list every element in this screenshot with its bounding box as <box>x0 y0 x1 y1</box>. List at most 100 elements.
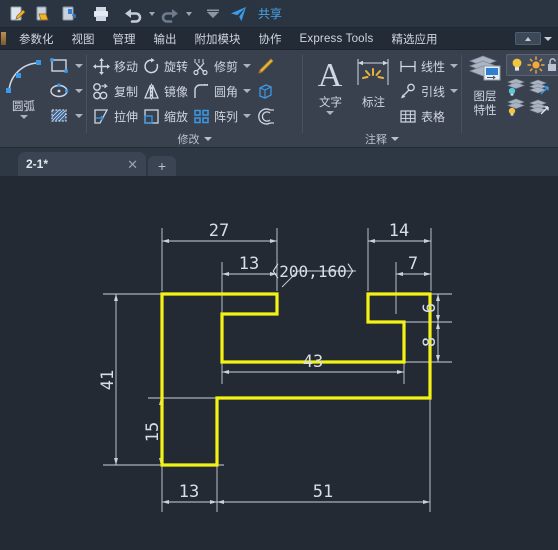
layer-merge-icon[interactable] <box>529 98 549 116</box>
array-button[interactable]: 阵列 <box>191 104 252 128</box>
document-tab[interactable]: 2-1* ✕ <box>18 152 146 176</box>
modify-column-3: 修剪 圆角 阵列 <box>191 53 252 128</box>
open-drawing-icon[interactable] <box>30 1 56 27</box>
layer-on-icon[interactable] <box>508 56 526 74</box>
annotation-panel-title: 注释 <box>303 131 461 147</box>
trim-label: 修剪 <box>214 59 239 74</box>
leader-dropdown-icon[interactable] <box>449 89 458 93</box>
ribbon-minimize-icon[interactable] <box>515 32 541 45</box>
customize-icon[interactable] <box>200 1 226 27</box>
match-properties-icon <box>255 57 275 76</box>
array-icon <box>192 107 211 126</box>
layer-thaw-icon[interactable] <box>506 98 526 116</box>
layer-unlock-icon[interactable] <box>546 56 558 74</box>
drawing-canvas[interactable]: 27 13 14 7 41 15 6 8 43 13 51 〈200,160〉 <box>0 176 558 550</box>
move-button[interactable]: 移动 <box>91 54 139 78</box>
print-icon[interactable] <box>88 1 114 27</box>
fillet-dropdown-icon[interactable] <box>243 89 252 93</box>
copy-button[interactable]: 复制 <box>91 79 139 103</box>
new-drawing-icon[interactable] <box>4 1 30 27</box>
draw-panel-title <box>0 131 86 147</box>
rectangle-button[interactable] <box>47 54 84 78</box>
rectangle-icon <box>48 56 70 76</box>
layer-properties-label-1: 图层 <box>473 89 497 103</box>
annotation-panel-expand-icon[interactable] <box>391 137 399 141</box>
scale-button[interactable]: 缩放 <box>141 104 189 128</box>
ribbon-tab-collaborate[interactable]: 协作 <box>250 28 291 50</box>
mirror-button[interactable]: 镜像 <box>141 79 189 103</box>
save-icon[interactable] <box>56 1 82 27</box>
match-properties-button[interactable] <box>254 54 276 78</box>
part-outline-polyline[interactable] <box>160 292 432 467</box>
dimension-button[interactable]: 标注 <box>354 53 393 109</box>
hatch-button[interactable] <box>47 104 84 128</box>
ribbon-panel-draw: 圆弧 <box>0 50 86 147</box>
rotate-button[interactable]: 旋转 <box>141 54 189 78</box>
layer-sun-icon[interactable] <box>527 56 545 74</box>
explode-button[interactable] <box>254 79 276 103</box>
modify-panel-title: 修改 <box>87 131 302 147</box>
layer-properties-button[interactable]: 图层 特性 <box>466 53 504 117</box>
trim-dropdown-icon[interactable] <box>243 64 252 68</box>
svg-text:A: A <box>318 57 343 94</box>
linear-dimension-button[interactable]: 线性 <box>397 54 459 78</box>
close-icon[interactable]: ✕ <box>127 158 138 171</box>
leader-button[interactable]: 引线 <box>397 79 459 103</box>
dim-27-text: 27 <box>209 221 229 241</box>
trim-button[interactable]: 修剪 <box>191 54 252 78</box>
move-label: 移动 <box>114 59 139 74</box>
ribbon-tab-parametric[interactable]: 参数化 <box>10 28 63 50</box>
text-dropdown-icon[interactable] <box>326 111 335 115</box>
ribbon-tab-featured-apps[interactable]: 精选应用 <box>382 28 446 50</box>
hatch-icon <box>48 106 70 126</box>
redo-dropdown-icon[interactable] <box>183 2 194 26</box>
trim-icon <box>192 57 211 76</box>
ribbon-tab-bar: 参数化 视图 管理 输出 附加模块 协作 Express Tools 精选应用 <box>0 28 558 50</box>
offset-button[interactable] <box>254 104 276 128</box>
document-tab-label: 2-1* <box>26 157 49 171</box>
quick-access-toolbar: 共享 <box>0 0 558 28</box>
ribbon-tab-output[interactable]: 输出 <box>145 28 186 50</box>
annotation-small-buttons: 线性 引线 表格 <box>397 53 459 128</box>
undo-icon[interactable] <box>120 1 146 27</box>
hatch-dropdown-icon[interactable] <box>75 114 83 118</box>
stretch-button[interactable]: 拉伸 <box>91 104 139 128</box>
ribbon-panel-modify: 移动 复制 拉伸 旋转 镜像 缩放 修剪 圆角 阵列 修改 <box>87 50 302 147</box>
fillet-button[interactable]: 圆角 <box>191 79 252 103</box>
layer-properties-label-2: 特性 <box>473 103 497 117</box>
new-tab-button[interactable]: + <box>148 156 176 176</box>
share-icon[interactable] <box>226 1 252 27</box>
document-tab-bar: 2-1* ✕ + <box>0 148 558 176</box>
mirror-icon <box>142 82 161 101</box>
arc-icon <box>1 55 47 99</box>
ribbon-options-dropdown-icon[interactable] <box>544 36 552 41</box>
ribbon-panel-layers: 图层 特性 <box>462 50 558 147</box>
layer-isolate-icon[interactable] <box>529 78 549 96</box>
linear-dimension-label: 线性 <box>420 59 445 74</box>
table-button[interactable]: 表格 <box>397 104 459 128</box>
text-button[interactable]: A 文字 <box>311 53 350 115</box>
rectangle-dropdown-icon[interactable] <box>75 64 83 68</box>
autocad-window: 共享 参数化 视图 管理 输出 附加模块 协作 Express Tools 精选… <box>0 0 558 550</box>
share-label[interactable]: 共享 <box>258 5 282 22</box>
arc-label: 圆弧 <box>12 99 35 113</box>
redo-icon[interactable] <box>157 1 183 27</box>
modify-panel-expand-icon[interactable] <box>203 137 212 141</box>
layer-freeze-icon[interactable] <box>506 78 526 96</box>
ribbon-tab-partial-indicator <box>1 32 6 45</box>
ellipse-dropdown-icon[interactable] <box>75 89 83 93</box>
arc-button[interactable]: 圆弧 <box>0 53 47 119</box>
dim-7-text: 7 <box>408 254 418 274</box>
table-icon <box>398 107 418 126</box>
linear-dimension-dropdown-icon[interactable] <box>449 64 458 68</box>
ribbon-tab-view[interactable]: 视图 <box>63 28 104 50</box>
ribbon-panel-annotation: A 文字 标注 线性 引线 表格 注释 <box>303 50 461 147</box>
ellipse-button[interactable] <box>47 79 84 103</box>
arc-dropdown-icon[interactable] <box>19 115 28 119</box>
ribbon-tab-manage[interactable]: 管理 <box>104 28 145 50</box>
ribbon-tab-addins[interactable]: 附加模块 <box>186 28 250 50</box>
ribbon-tab-express-tools[interactable]: Express Tools <box>291 28 383 50</box>
scale-label: 缩放 <box>164 109 189 124</box>
array-dropdown-icon[interactable] <box>243 114 252 118</box>
undo-dropdown-icon[interactable] <box>146 2 157 26</box>
